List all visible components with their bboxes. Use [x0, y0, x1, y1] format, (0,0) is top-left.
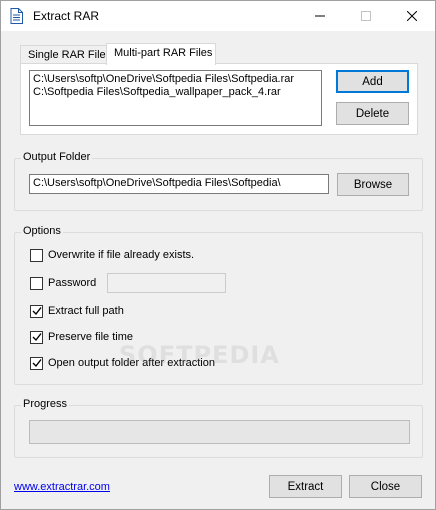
password-label: Password — [48, 277, 97, 289]
overwrite-label: Overwrite if file already exists. — [48, 249, 195, 261]
tab-panel-multi-part: C:\Users\softp\OneDrive\Softpedia Files\… — [20, 63, 418, 135]
extract-full-path-option[interactable]: Extract full path — [30, 303, 124, 319]
password-option[interactable]: Password — [30, 275, 96, 291]
open-output-folder-checkbox[interactable] — [30, 356, 43, 370]
extract-full-path-label: Extract full path — [48, 305, 124, 317]
password-checkbox[interactable] — [30, 276, 43, 290]
tab-single-rar-file[interactable]: Single RAR File — [20, 45, 107, 64]
open-output-folder-option[interactable]: Open output folder after extraction — [30, 355, 215, 371]
close-icon — [407, 11, 417, 21]
password-field[interactable] — [107, 273, 226, 293]
progress-label: Progress — [21, 398, 70, 410]
checkmark-icon — [32, 359, 42, 368]
tab-multi-part-rar-files[interactable]: Multi-part RAR Files — [106, 43, 216, 65]
extract-rar-window: Extract RAR Single RAR File Multi-part R… — [0, 0, 436, 510]
maximize-icon — [361, 11, 371, 21]
extract-button-label: Extract — [287, 480, 324, 493]
preserve-file-time-label: Preserve file time — [48, 331, 133, 343]
close-button-label: Close — [370, 480, 401, 493]
progress-bar — [29, 420, 410, 444]
extract-button[interactable]: Extract — [269, 475, 342, 498]
tab-label: Multi-part RAR Files — [114, 47, 213, 59]
output-folder-field[interactable]: C:\Users\softp\OneDrive\Softpedia Files\… — [29, 174, 329, 194]
list-item[interactable]: C:\Users\softp\OneDrive\Softpedia Files\… — [33, 73, 318, 86]
title-bar[interactable]: Extract RAR — [1, 1, 435, 31]
minimize-button[interactable] — [297, 1, 343, 31]
close-button[interactable]: Close — [349, 475, 422, 498]
overwrite-checkbox[interactable] — [30, 248, 43, 262]
open-output-folder-label: Open output folder after extraction — [48, 357, 215, 369]
document-icon — [10, 8, 23, 24]
browse-button-label: Browse — [353, 178, 393, 191]
close-window-button[interactable] — [389, 1, 435, 31]
add-button-label: Add — [362, 75, 383, 88]
maximize-button[interactable] — [343, 1, 389, 31]
window-title: Extract RAR — [33, 9, 100, 23]
tab-label: Single RAR File — [28, 49, 106, 61]
checkmark-icon — [32, 333, 42, 342]
extract-full-path-checkbox[interactable] — [30, 304, 43, 318]
rar-file-list[interactable]: C:\Users\softp\OneDrive\Softpedia Files\… — [29, 70, 322, 126]
browse-button[interactable]: Browse — [337, 173, 409, 196]
preserve-file-time-checkbox[interactable] — [30, 330, 43, 344]
add-button[interactable]: Add — [336, 70, 409, 93]
delete-button-label: Delete — [355, 107, 390, 120]
delete-button[interactable]: Delete — [336, 102, 409, 125]
checkmark-icon — [32, 307, 42, 316]
minimize-icon — [315, 15, 325, 17]
options-label: Options — [21, 225, 63, 237]
website-link[interactable]: www.extractrar.com — [14, 481, 110, 493]
output-folder-label: Output Folder — [21, 151, 93, 163]
list-item[interactable]: C:\Softpedia Files\Softpedia_wallpaper_p… — [33, 86, 318, 99]
overwrite-option[interactable]: Overwrite if file already exists. — [30, 247, 194, 263]
preserve-file-time-option[interactable]: Preserve file time — [30, 329, 133, 345]
